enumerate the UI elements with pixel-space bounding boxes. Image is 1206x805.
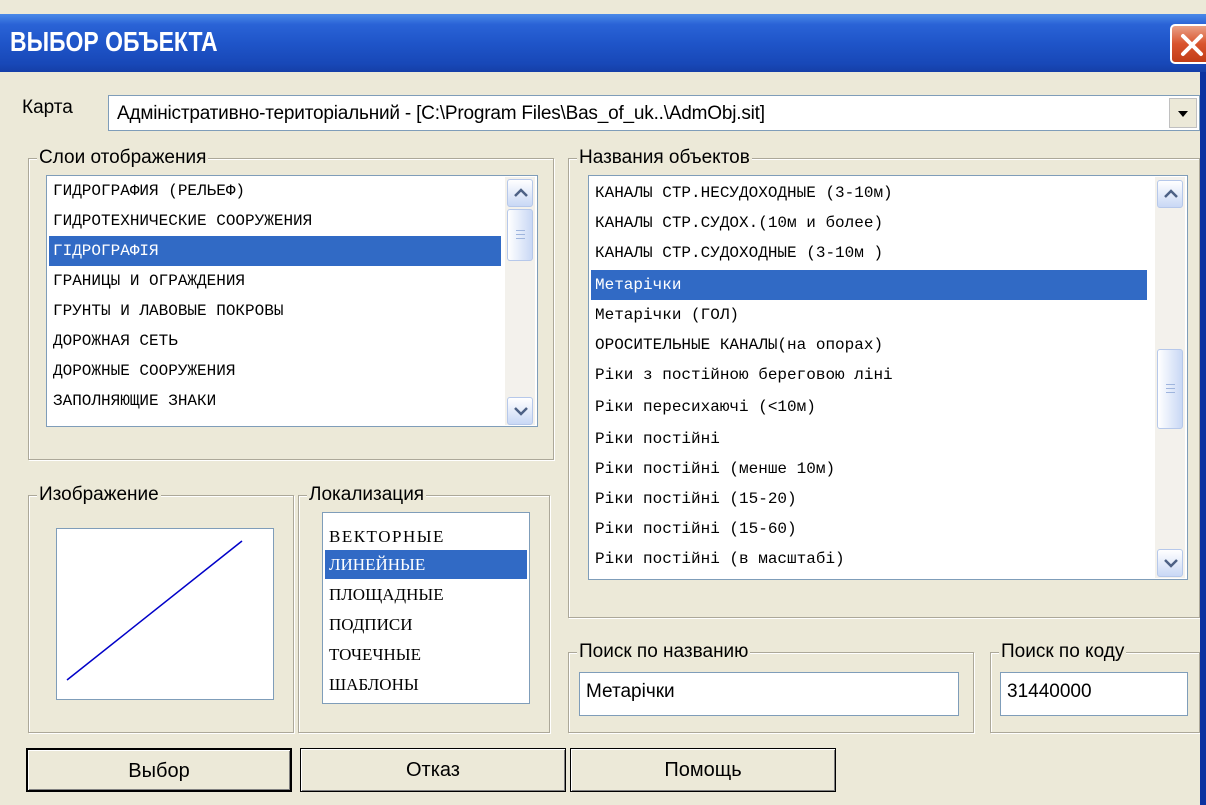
search-code-title: Поиск по коду xyxy=(999,641,1127,663)
list-item[interactable]: ОРОСИТЕЛЬНЫЕ КАНАЛЫ(на опорах) xyxy=(591,330,1147,360)
scroll-thumb[interactable] xyxy=(507,209,533,261)
chevron-down-icon xyxy=(1164,559,1178,568)
window-right-border xyxy=(1200,72,1206,805)
list-item[interactable]: Ріки з постійною береговою ліні xyxy=(591,360,1147,390)
scroll-up-button[interactable] xyxy=(1157,180,1183,208)
list-item[interactable]: ПЛОЩАДНЫЕ xyxy=(325,580,527,609)
list-item[interactable]: ШАБЛОНЫ xyxy=(325,670,527,699)
close-icon xyxy=(1181,34,1203,56)
image-preview xyxy=(56,528,274,700)
list-item-selected[interactable]: ЛИНЕЙНЫЕ xyxy=(325,550,527,579)
layers-group-title: Слои отображения xyxy=(37,147,209,169)
layers-scrollbar[interactable] xyxy=(505,177,535,425)
scroll-down-button[interactable] xyxy=(507,397,533,425)
list-item[interactable]: КАНАЛЫ СТР.СУДОХОДНЫЕ (3-10м ) xyxy=(591,238,1147,268)
list-item[interactable]: ЗАПОЛНЯЮЩИЕ ЗНАКИ xyxy=(49,386,501,416)
image-group-title: Изображение xyxy=(37,484,161,506)
localization-list[interactable]: ВЕКТОРНЫЕ ЛИНЕЙНЫЕ ПЛОЩАДНЫЕ ПОДПИСИ ТОЧ… xyxy=(322,512,530,704)
map-dropdown[interactable]: Адміністративно-територіальний - [C:\Pro… xyxy=(108,95,1200,131)
objects-scrollbar[interactable] xyxy=(1155,177,1185,578)
dialog-window: ВЫБОР ОБЪЕКТА Карта Адміністративно-тери… xyxy=(0,0,1206,805)
list-item[interactable]: ГРАНИЦЫ И ОГРАЖДЕНИЯ xyxy=(49,266,501,296)
list-item[interactable]: Ріки постійні xyxy=(591,424,1147,454)
list-item[interactable]: Ріки постійні (в масштабі) xyxy=(591,544,1147,574)
close-button[interactable] xyxy=(1170,24,1206,64)
list-item[interactable]: Ріки постійні (15-20) xyxy=(591,484,1147,514)
list-item[interactable]: ГИДРОГРАФИЯ (РЕЛЬЕФ) xyxy=(49,176,501,206)
list-item[interactable]: КАНАЛЫ СТР.НЕСУДОХОДНЫЕ (3-10м) xyxy=(591,178,1147,208)
layers-list[interactable]: ГИДРОГРАФИЯ (РЕЛЬЕФ) ГИДРОТЕХНИЧЕСКИЕ СО… xyxy=(46,175,538,427)
list-item[interactable]: КАНАЛЫ СТР.СУДОХ.(10м и более) xyxy=(591,208,1147,238)
list-item[interactable]: ВЕКТОРНЫЕ xyxy=(325,522,527,551)
cancel-button[interactable]: Отказ xyxy=(300,748,566,792)
line-symbol-icon xyxy=(66,540,243,681)
list-item[interactable]: Ріки постійні (менше 10м) xyxy=(591,454,1147,484)
scroll-thumb[interactable] xyxy=(1157,349,1183,429)
chevron-up-icon xyxy=(1164,189,1178,198)
list-item-selected[interactable]: Метарічки xyxy=(591,270,1147,300)
list-item[interactable]: Метарічки (ГОЛ) xyxy=(591,300,1147,330)
list-item[interactable]: ГИДРОТЕХНИЧЕСКИЕ СООРУЖЕНИЯ xyxy=(49,206,501,236)
help-button[interactable]: Помощь xyxy=(570,748,836,792)
search-name-title: Поиск по названию xyxy=(577,641,751,663)
list-item[interactable]: Ріки пересихаючі (<10м) xyxy=(591,392,1147,422)
list-item[interactable]: ПОДПИСИ xyxy=(325,610,527,639)
search-code-input[interactable]: 31440000 xyxy=(1000,672,1188,716)
list-item[interactable]: Ріки постійні (15-60) xyxy=(591,514,1147,544)
dropdown-button[interactable] xyxy=(1169,98,1197,128)
list-item[interactable]: ГРУНТЫ И ЛАВОВЫЕ ПОКРОВЫ xyxy=(49,296,501,326)
chevron-up-icon xyxy=(514,188,528,197)
title-bar[interactable]: ВЫБОР ОБЪЕКТА xyxy=(0,14,1206,72)
localization-group-title: Локализация xyxy=(307,484,427,506)
search-code-value: 31440000 xyxy=(1007,681,1092,702)
scroll-down-button[interactable] xyxy=(1157,549,1183,577)
list-item[interactable]: ДОРОЖНАЯ СЕТЬ xyxy=(49,326,501,356)
objects-group-title: Названия объектов xyxy=(577,147,752,169)
search-name-input[interactable]: Метарічки xyxy=(579,672,959,716)
select-button[interactable]: Выбор xyxy=(26,748,292,792)
list-item[interactable]: ДОРОЖНЫЕ СООРУЖЕНИЯ xyxy=(49,356,501,386)
map-label: Карта xyxy=(22,97,73,118)
chevron-down-icon xyxy=(514,407,528,416)
objects-list[interactable]: КАНАЛЫ СТР.НЕСУДОХОДНЫЕ (3-10м) КАНАЛЫ С… xyxy=(588,175,1188,580)
list-item-selected[interactable]: ГІДРОГРАФІЯ xyxy=(49,236,501,266)
window-title: ВЫБОР ОБЪЕКТА xyxy=(10,26,218,57)
list-item[interactable]: ТОЧЕЧНЫЕ xyxy=(325,640,527,669)
map-dropdown-value: Адміністративно-територіальний - [C:\Pro… xyxy=(117,103,765,124)
search-name-value: Метарічки xyxy=(586,681,675,702)
chevron-down-icon xyxy=(1178,111,1188,117)
scroll-up-button[interactable] xyxy=(507,179,533,207)
